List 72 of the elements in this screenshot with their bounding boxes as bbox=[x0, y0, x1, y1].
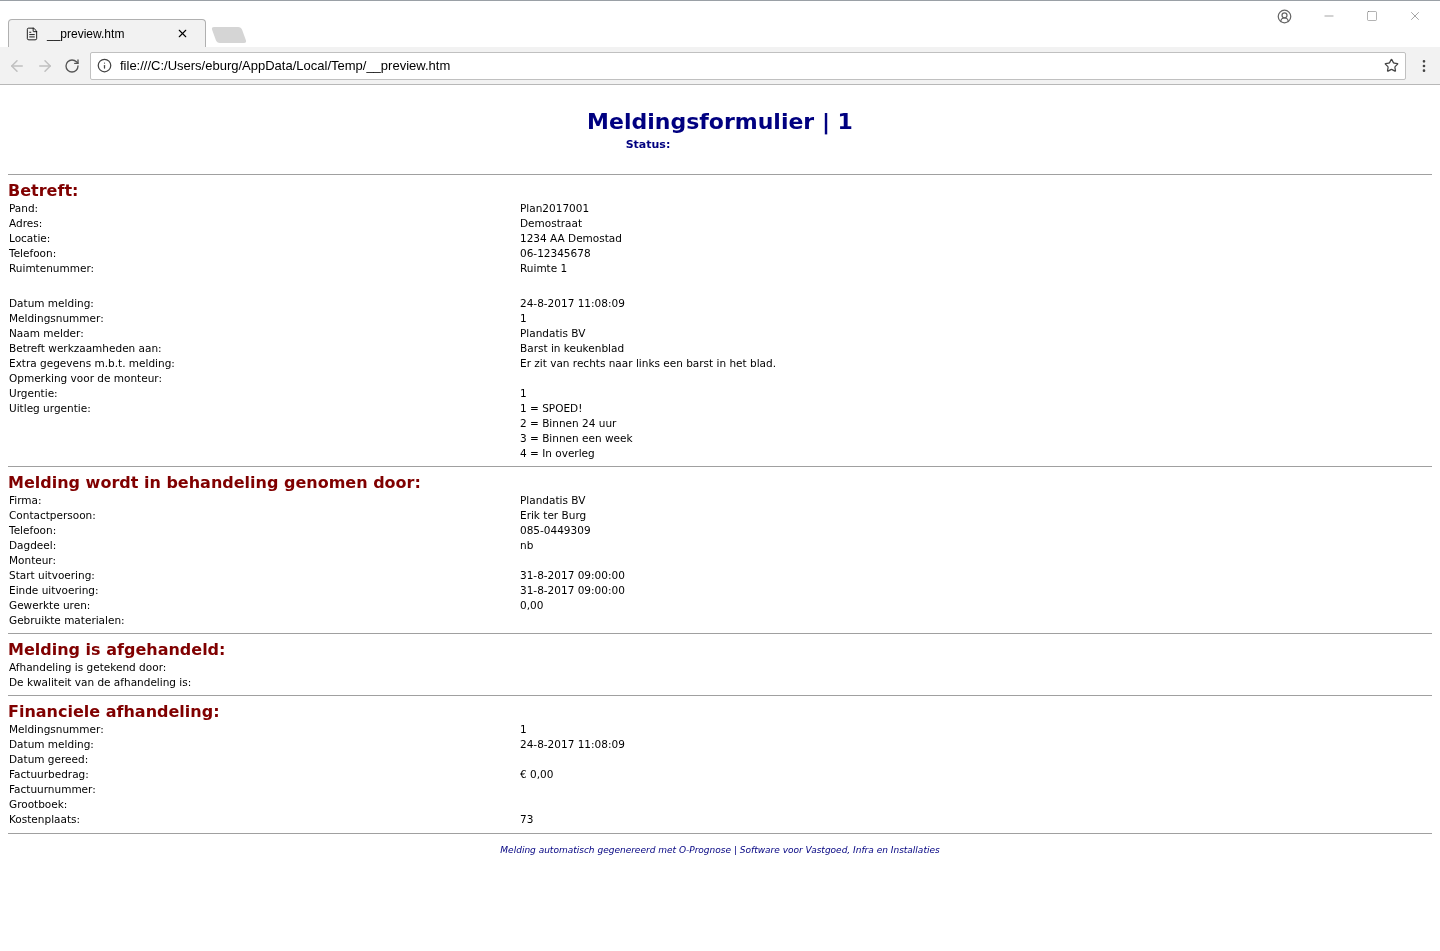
field-value: Plan2017001 bbox=[520, 201, 590, 216]
field-label: Firma: bbox=[8, 493, 43, 508]
field-label: Datum melding: bbox=[8, 737, 95, 752]
section-heading: Melding is afgehandeld: bbox=[8, 640, 227, 660]
field-value: Erik ter Burg bbox=[520, 508, 587, 523]
reload-icon[interactable] bbox=[64, 57, 80, 74]
field-label: Factuurnummer: bbox=[8, 782, 97, 797]
field-label: Datum gereed: bbox=[8, 752, 90, 767]
field-value: 1 bbox=[520, 386, 527, 401]
browser-tab[interactable]: __preview.htm bbox=[8, 19, 206, 47]
field-label: Factuurbedrag: bbox=[8, 767, 90, 782]
field-value: nb bbox=[520, 538, 534, 553]
field-label: Meldingsnummer: bbox=[8, 311, 105, 326]
field-label: Kostenplaats: bbox=[8, 812, 82, 827]
field-value: Ruimte 1 bbox=[520, 261, 568, 276]
info-icon[interactable] bbox=[97, 58, 112, 73]
section-heading: Melding wordt in behandeling genomen door: bbox=[8, 473, 422, 493]
field-value: € 0,00 bbox=[520, 767, 554, 782]
field-label: Betreft werkzaamheden aan: bbox=[8, 341, 163, 356]
field-label: Gebruikte materialen: bbox=[8, 613, 126, 628]
field-value: 1 bbox=[520, 722, 527, 737]
field-value: 73 bbox=[520, 812, 534, 827]
field-label: De kwaliteit van de afhandeling is: bbox=[8, 675, 193, 690]
field-value: 31-8-2017 09:00:00 bbox=[520, 568, 625, 583]
field-label: Locatie: bbox=[8, 231, 52, 246]
field-label: Naam melder: bbox=[8, 326, 85, 341]
field-value: 4 = In overleg bbox=[520, 446, 596, 461]
field-label: Contactpersoon: bbox=[8, 508, 97, 523]
profile-icon[interactable] bbox=[1277, 8, 1292, 24]
address-bar[interactable]: file:///C:/Users/eburg/AppData/Local/Temp/__preview.htm bbox=[90, 51, 1406, 80]
field-label: Afhandeling is getekend door: bbox=[8, 660, 168, 675]
section-heading: Betreft: bbox=[8, 181, 80, 201]
section-heading: Financiele afhandeling: bbox=[8, 702, 221, 722]
field-value: Barst in keukenblad bbox=[520, 341, 625, 356]
field-value: 1 bbox=[520, 311, 527, 326]
field-label: Opmerking voor de monteur: bbox=[8, 371, 163, 386]
field-label: Start uitvoering: bbox=[8, 568, 96, 583]
field-label: Telefoon: bbox=[8, 246, 58, 261]
field-label: Gewerkte uren: bbox=[8, 598, 92, 613]
page-icon bbox=[25, 26, 39, 41]
field-value: 2 = Binnen 24 uur bbox=[520, 416, 618, 431]
field-label: Adres: bbox=[8, 216, 44, 231]
field-value: 31-8-2017 09:00:00 bbox=[520, 583, 625, 598]
field-value: Plandatis BV bbox=[520, 326, 586, 341]
field-value: Demostraat bbox=[520, 216, 583, 231]
footer-text: Melding automatisch gegenereerd met O-Prognose | Software voor Vastgoed, Infra en Installaties bbox=[500, 844, 940, 857]
field-label: Telefoon: bbox=[8, 523, 58, 538]
field-value: 1 = SPOED! bbox=[520, 401, 584, 416]
field-label: Einde uitvoering: bbox=[8, 583, 100, 598]
field-label: Ruimtenummer: bbox=[8, 261, 96, 276]
field-label: Dagdeel: bbox=[8, 538, 58, 553]
field-label: Monteur: bbox=[8, 553, 58, 568]
field-value: 06-12345678 bbox=[520, 246, 591, 261]
page-title: Meldingsformulier | 1 bbox=[587, 108, 853, 137]
field-value: Plandatis BV bbox=[520, 493, 586, 508]
field-value: 1234 AA Demostad bbox=[520, 231, 622, 246]
field-value: 085-0449309 bbox=[520, 523, 591, 538]
field-value: 0,00 bbox=[520, 598, 544, 613]
field-value: Er zit van rechts naar links een barst in het blad. bbox=[520, 356, 777, 371]
field-value: 24-8-2017 11:08:09 bbox=[520, 737, 625, 752]
field-label: Meldingsnummer: bbox=[8, 722, 105, 737]
field-value: 24-8-2017 11:08:09 bbox=[520, 296, 625, 311]
field-label: Uitleg urgentie: bbox=[8, 401, 92, 416]
bookmark-star-icon[interactable] bbox=[1384, 58, 1399, 73]
field-label: Pand: bbox=[8, 201, 40, 216]
status-label: Status: bbox=[625, 137, 671, 152]
field-label: Datum melding: bbox=[8, 296, 95, 311]
field-label: Grootboek: bbox=[8, 797, 69, 812]
field-label: Extra gegevens m.b.t. melding: bbox=[8, 356, 176, 371]
field-label: Urgentie: bbox=[8, 386, 59, 401]
field-value: 3 = Binnen een week bbox=[520, 431, 633, 446]
close-tab-icon[interactable] bbox=[176, 27, 189, 40]
